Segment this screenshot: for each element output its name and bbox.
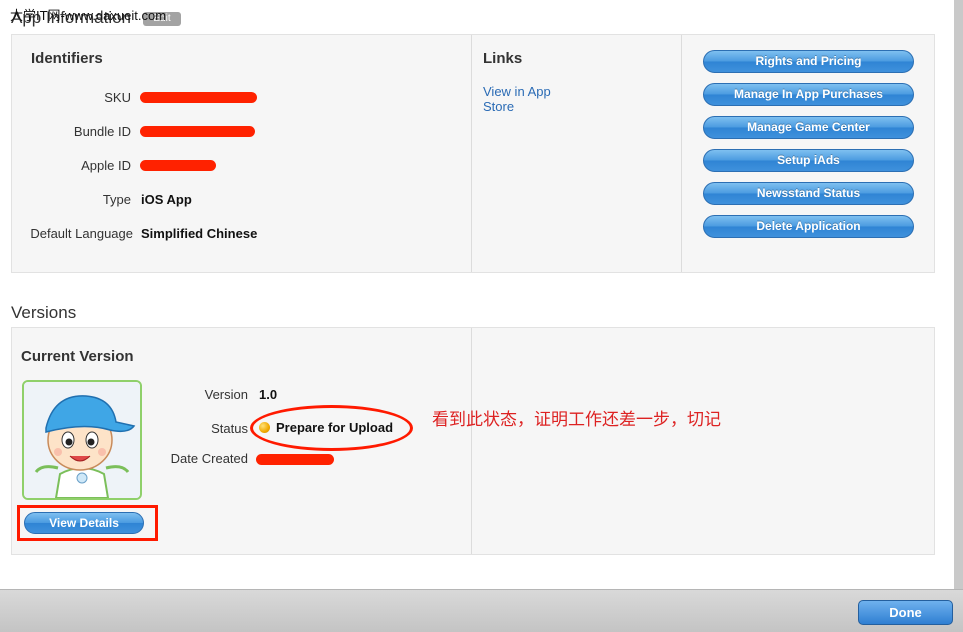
manage-game-center-button[interactable]: Manage Game Center [703, 116, 914, 139]
setup-iads-button[interactable]: Setup iAds [703, 149, 914, 172]
bundle-id-redacted [140, 126, 255, 137]
identifiers-title: Identifiers [31, 50, 103, 67]
watermark: 大学IT网-www.daxueit.com [10, 8, 167, 23]
versions-title: Versions [11, 303, 77, 322]
status-highlight-oval [250, 405, 413, 451]
bundle-id-label: Bundle ID [73, 124, 131, 139]
version-label: Version [204, 387, 248, 402]
status-label: Status [211, 421, 248, 436]
apple-id-label: Apple ID [81, 158, 131, 173]
annotation-note: 看到此状态，证明工作还差一步，切记 [432, 410, 721, 429]
default-language-value: Simplified Chinese [141, 226, 258, 241]
panel-divider [471, 35, 472, 272]
versions-divider [471, 328, 472, 554]
done-button[interactable]: Done [858, 600, 953, 625]
links-title: Links [483, 50, 523, 67]
sku-redacted [140, 92, 257, 103]
type-label: Type [102, 192, 131, 207]
date-created-redacted [256, 454, 334, 465]
rights-and-pricing-button[interactable]: Rights and Pricing [703, 50, 914, 73]
window-edge [954, 0, 963, 589]
apple-id-redacted [140, 160, 216, 171]
sku-label: SKU [104, 90, 131, 105]
manage-in-app-purchases-button[interactable]: Manage In App Purchases [703, 83, 914, 106]
default-language-label: Default Language [30, 226, 133, 241]
app-icon-image [22, 380, 142, 500]
current-version-title: Current Version [21, 348, 134, 365]
newsstand-status-button[interactable]: Newsstand Status [703, 182, 914, 205]
type-value: iOS App [141, 192, 192, 207]
version-value: 1.0 [259, 387, 278, 402]
view-in-app-store-link[interactable]: View in App Store [483, 84, 573, 114]
view-details-highlight-box [17, 505, 158, 541]
date-created-label: Date Created [170, 451, 248, 466]
delete-application-button[interactable]: Delete Application [703, 215, 914, 238]
footer-bar [0, 589, 963, 632]
panel-divider [681, 35, 682, 272]
